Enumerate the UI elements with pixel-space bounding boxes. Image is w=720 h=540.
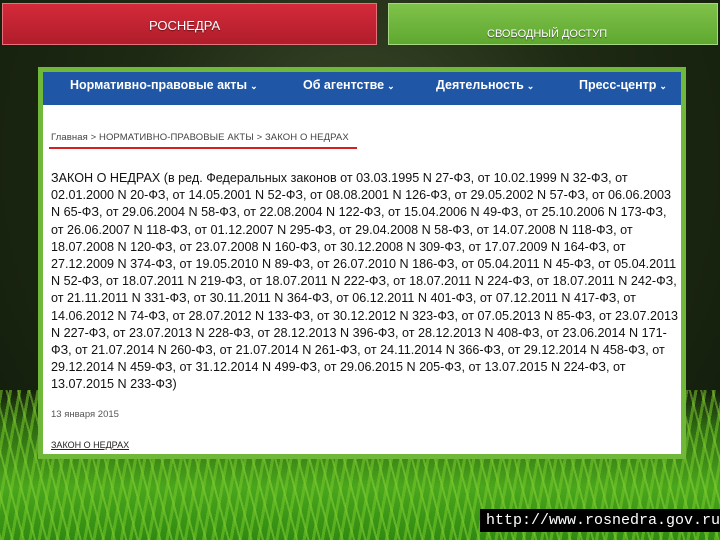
screenshot-frame: Нормативно-правовые акты ⌄ Об агентстве ⌄ … [38, 67, 686, 459]
chevron-down-icon: ⌄ [387, 81, 395, 91]
nav-item-about[interactable]: Об агентстве ⌄ [303, 78, 395, 92]
law-text: ЗАКОН О НЕДРАХ (в ред. Федеральных закон… [51, 171, 679, 392]
tab-free-access-label: СВОБОДНЫЙ ДОСТУП [487, 28, 608, 40]
tab-rosnedra-label: РОСНЕДРА [149, 18, 221, 33]
website-screenshot: Нормативно-правовые акты ⌄ Об агентстве ⌄ … [43, 72, 681, 454]
breadcrumb-underline [49, 147, 357, 149]
nav-item-label: Нормативно-правовые акты [70, 78, 248, 92]
nav-item-press-center[interactable]: Пресс-центр ⌄ [579, 78, 667, 92]
nav-item-legal-acts[interactable]: Нормативно-правовые акты ⌄ [70, 78, 258, 92]
nav-item-label: Об агентстве [303, 78, 385, 92]
nav-item-activity[interactable]: Деятельность ⌄ [436, 78, 534, 92]
breadcrumb[interactable]: Главная > НОРМАТИВНО-ПРАВОВЫЕ АКТЫ > ЗАК… [51, 132, 349, 143]
chevron-down-icon: ⌄ [250, 81, 258, 91]
chevron-down-icon: ⌄ [526, 81, 535, 91]
tab-free-access[interactable]: СВОБОДНЫЙ ДОСТУП [388, 3, 718, 45]
top-navigation-bar: Нормативно-правовые акты ⌄ Об агентстве ⌄ … [43, 72, 681, 105]
law-link[interactable]: ЗАКОН О НЕДРАХ [51, 440, 129, 450]
nav-item-label: Деятельность [436, 78, 524, 92]
publish-date: 13 января 2015 [51, 409, 119, 420]
chevron-down-icon: ⌄ [659, 81, 667, 91]
url-caption: http://www.rosnedra.gov.ru/ [480, 509, 720, 532]
nav-item-label: Пресс-центр [579, 78, 657, 92]
tab-rosnedra[interactable]: РОСНЕДРА [2, 3, 377, 45]
